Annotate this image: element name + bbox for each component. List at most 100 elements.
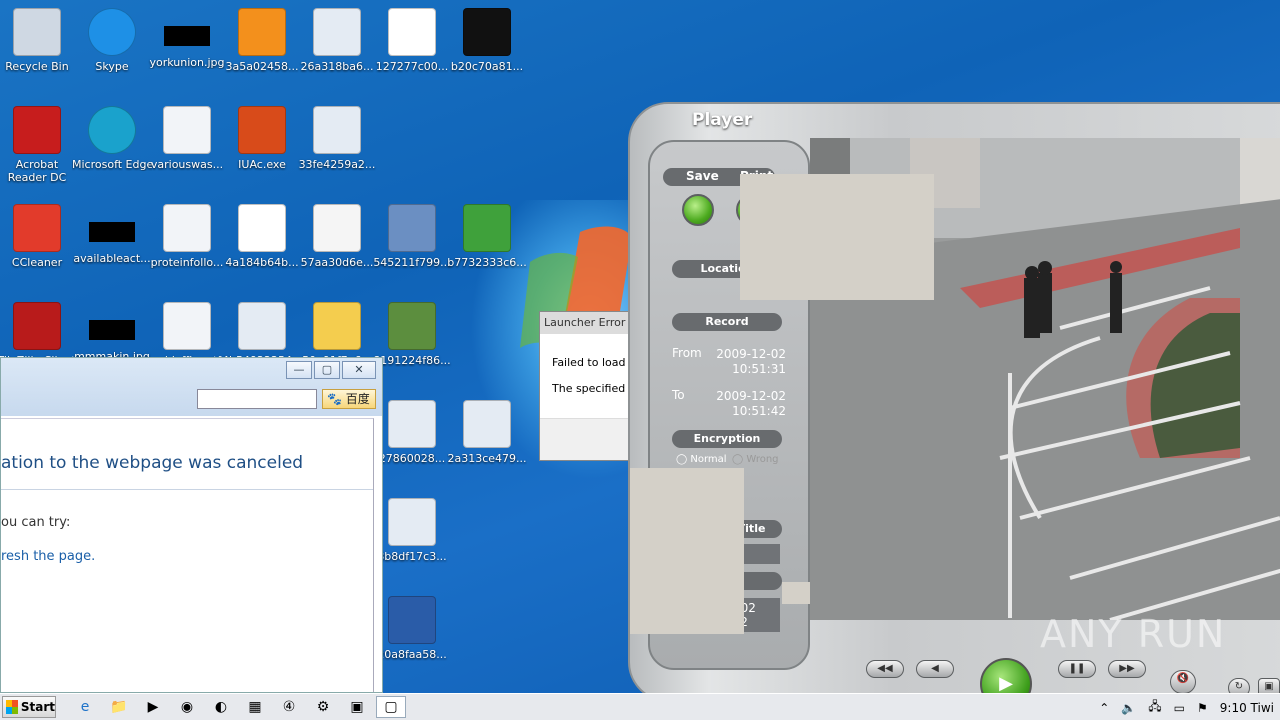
image-file-icon <box>89 320 135 340</box>
app-icon <box>463 400 511 448</box>
desktop-icon[interactable]: variouswas... <box>147 106 227 171</box>
desktop-icon[interactable]: 3b8df17c3... <box>372 498 452 563</box>
normal-radio[interactable]: ◯ Normal <box>676 454 727 465</box>
desktop-icon-label: 8191224f86... <box>373 354 451 367</box>
recycle-bin-icon <box>13 8 61 56</box>
app-icon <box>313 106 361 154</box>
anyrun-watermark: ANY RUN <box>1040 612 1227 656</box>
step-back-button[interactable]: ◀ <box>916 660 954 678</box>
masked-region <box>782 582 810 604</box>
network-icon[interactable]: 🖧 <box>1148 697 1161 718</box>
desktop-icon[interactable]: b7732333c6... <box>447 204 527 269</box>
launcher-error-dialog[interactable]: Launcher Error Failed to load th The spe… <box>539 311 639 461</box>
player-title: Player <box>692 110 753 130</box>
desktop-icon[interactable]: Skype <box>72 8 152 73</box>
desktop-icon-label: CCleaner <box>11 256 63 269</box>
clock[interactable]: 9:10 Tiwi <box>1220 701 1274 715</box>
flag-icon[interactable]: ⚑ <box>1197 701 1208 715</box>
desktop-icon-label: b7732333c6... <box>447 256 527 269</box>
desktop-icon[interactable]: 20a8faa58... <box>372 596 452 661</box>
desktop-icon[interactable]: 127277c00... <box>372 8 452 73</box>
app-taskbar-icon[interactable]: ④ <box>274 696 304 718</box>
search-input[interactable] <box>197 389 317 409</box>
app-icon <box>313 8 361 56</box>
desktop-icon[interactable]: yorkunion.jpg <box>147 8 227 69</box>
minimize-button[interactable]: — <box>286 361 312 379</box>
desktop-icon[interactable]: 57aa30d6e... <box>297 204 377 269</box>
desktop-icon-label: Recycle Bin <box>5 60 69 73</box>
mute-icon[interactable]: 🔇 <box>1170 670 1196 694</box>
desktop-icon-label: 545211f799... <box>373 256 451 269</box>
desktop-icon[interactable]: 26a318ba6... <box>297 8 377 73</box>
desktop-icon-label: proteinfollo... <box>150 256 224 269</box>
exe-icon <box>238 106 286 154</box>
dialog-button-bar <box>540 418 638 460</box>
tray-arrow-icon[interactable]: ⌃ <box>1099 701 1109 715</box>
desktop-icon[interactable]: IUAc.exe <box>222 106 302 171</box>
desktop-icon-label: 57aa30d6e... <box>300 256 374 269</box>
desktop-icon[interactable]: 2a313ce479... <box>447 400 527 465</box>
folder-icon <box>313 302 361 350</box>
player-taskbar-icon[interactable]: ▢ <box>376 696 406 718</box>
to-value: 2009-12-02 10:51:42 <box>716 389 786 418</box>
desktop-icon[interactable]: mmmakin.jpg <box>72 302 152 363</box>
display-icon[interactable]: ▭ <box>1174 701 1185 715</box>
wrong-label: Wrong <box>746 454 779 465</box>
word-doc-icon <box>163 106 211 154</box>
desktop-icon[interactable]: availableact... <box>72 204 152 265</box>
desktop-icon-label: 127277c00... <box>375 60 449 73</box>
app-taskbar-icon[interactable]: ▣ <box>342 696 372 718</box>
desktop-icon[interactable]: CCleaner <box>0 204 77 269</box>
baidu-search-button[interactable]: 🐾 百度 <box>322 389 376 409</box>
image-file-icon <box>89 222 135 242</box>
wrong-radio[interactable]: ◯ Wrong <box>732 454 779 465</box>
refresh-link[interactable]: resh the page. <box>1 549 95 564</box>
maximize-button[interactable]: ▢ <box>314 361 340 379</box>
desktop-icon[interactable]: 8191224f86... <box>372 302 452 367</box>
desktop-icon[interactable]: Recycle Bin <box>0 8 77 73</box>
rewind-button[interactable]: ◀◀ <box>866 660 904 678</box>
pause-button[interactable]: ❚❚ <box>1058 660 1096 678</box>
start-button[interactable]: Start <box>2 696 56 718</box>
desktop-icon[interactable]: b20c70a81... <box>447 8 527 73</box>
desktop-icon[interactable]: Acrobat Reader DC <box>0 106 77 184</box>
word-icon <box>388 596 436 644</box>
edge-taskbar-icon[interactable]: ◐ <box>206 696 236 718</box>
app-icon <box>388 400 436 448</box>
normal-label: Normal <box>690 454 727 465</box>
app-taskbar-icon[interactable]: ⚙ <box>308 696 338 718</box>
desktop-icon[interactable]: 545211f799... <box>372 204 452 269</box>
black-app-icon <box>463 8 511 56</box>
masked-region <box>740 174 934 300</box>
volume-icon[interactable]: 🔈 <box>1121 701 1136 715</box>
desktop-icon-label: 20a8faa58... <box>377 648 447 661</box>
desktop-icon[interactable]: Microsoft Edge <box>72 106 152 171</box>
app-icon <box>388 498 436 546</box>
media-player-taskbar-icon[interactable]: ▶ <box>138 696 168 718</box>
orange-app-icon <box>238 8 286 56</box>
desktop-icon[interactable]: proteinfollo... <box>147 204 227 269</box>
desktop-icon-label: Acrobat Reader DC <box>7 158 67 184</box>
windows-start-icon <box>6 700 18 714</box>
desktop-icon[interactable]: 3a5a02458... <box>222 8 302 73</box>
ie-taskbar-icon[interactable]: e <box>70 696 100 718</box>
desktop-icon[interactable]: 33fe4259a2... <box>297 106 377 171</box>
window-icon <box>388 8 436 56</box>
desktop-icon-label: IUAc.exe <box>238 158 286 171</box>
page-heading: ation to the webpage was canceled <box>1 453 304 473</box>
app-taskbar-icon[interactable]: ▦ <box>240 696 270 718</box>
save-button[interactable] <box>682 194 714 226</box>
ie-toolbar: — ▢ ✕ 🐾 百度 <box>1 358 382 416</box>
skype-icon <box>88 8 136 56</box>
explorer-taskbar-icon[interactable]: 📁 <box>104 696 134 718</box>
close-button[interactable]: ✕ <box>342 361 376 379</box>
chrome-taskbar-icon[interactable]: ◉ <box>172 696 202 718</box>
network-icon <box>388 302 436 350</box>
desktop-icon-label: Skype <box>95 60 129 73</box>
ie-window[interactable]: — ▢ ✕ 🐾 百度 ation to the webpage was canc… <box>0 357 383 693</box>
desktop-icon[interactable]: 27860028... <box>372 400 452 465</box>
masked-region <box>630 468 744 634</box>
fast-forward-button[interactable]: ▶▶ <box>1108 660 1146 678</box>
desktop-icon[interactable]: 4a184b64b... <box>222 204 302 269</box>
image-file-icon <box>164 26 210 46</box>
